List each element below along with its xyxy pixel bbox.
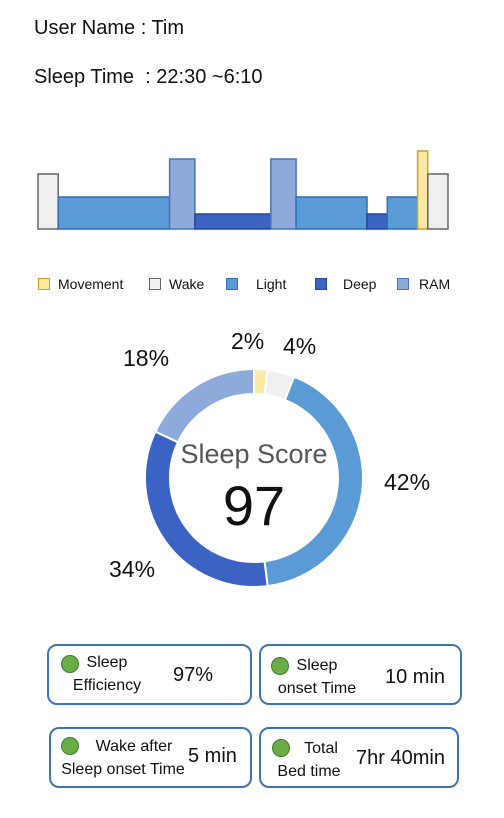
- metric-card-total-bed-time[interactable]: Total Bed time 7hr 40min: [259, 727, 459, 788]
- metric-card-sleep-onset-time[interactable]: Sleep onset Time 10 min: [259, 644, 462, 705]
- metric-value-sleep-onset-time: 10 min: [385, 666, 446, 688]
- metric-value-total-bed-time: 7hr 40min: [356, 747, 445, 769]
- metric-label-total-bed-time: Total Bed time: [277, 740, 341, 780]
- metric-card-sleep-efficiency[interactable]: Sleep Efficiency 97%: [47, 644, 252, 705]
- sleep-score-title: Sleep Score: [180, 439, 328, 469]
- metric-card-wake-after-sleep-onset[interactable]: Wake after Sleep onset Time 5 min: [49, 727, 252, 788]
- sleep-score-value: 97: [222, 474, 286, 537]
- metric-label-sleep-efficiency: Sleep Efficiency: [72, 654, 142, 694]
- percent-label-light: 42%: [384, 469, 431, 495]
- donut-slice-ram: [154, 367, 255, 444]
- percent-label-wake: 4%: [283, 333, 317, 359]
- metric-label-sleep-onset-time: Sleep onset Time: [277, 657, 357, 697]
- metric-label-wake-after-sleep-onset: Wake after Sleep onset Time: [61, 738, 185, 778]
- percent-label-deep: 34%: [109, 556, 156, 582]
- percent-label-movement: 2%: [231, 328, 265, 354]
- metric-value-wake-after-sleep-onset: 5 min: [188, 745, 237, 767]
- metric-value-sleep-efficiency: 97%: [173, 664, 214, 686]
- percent-label-ram: 18%: [123, 345, 170, 371]
